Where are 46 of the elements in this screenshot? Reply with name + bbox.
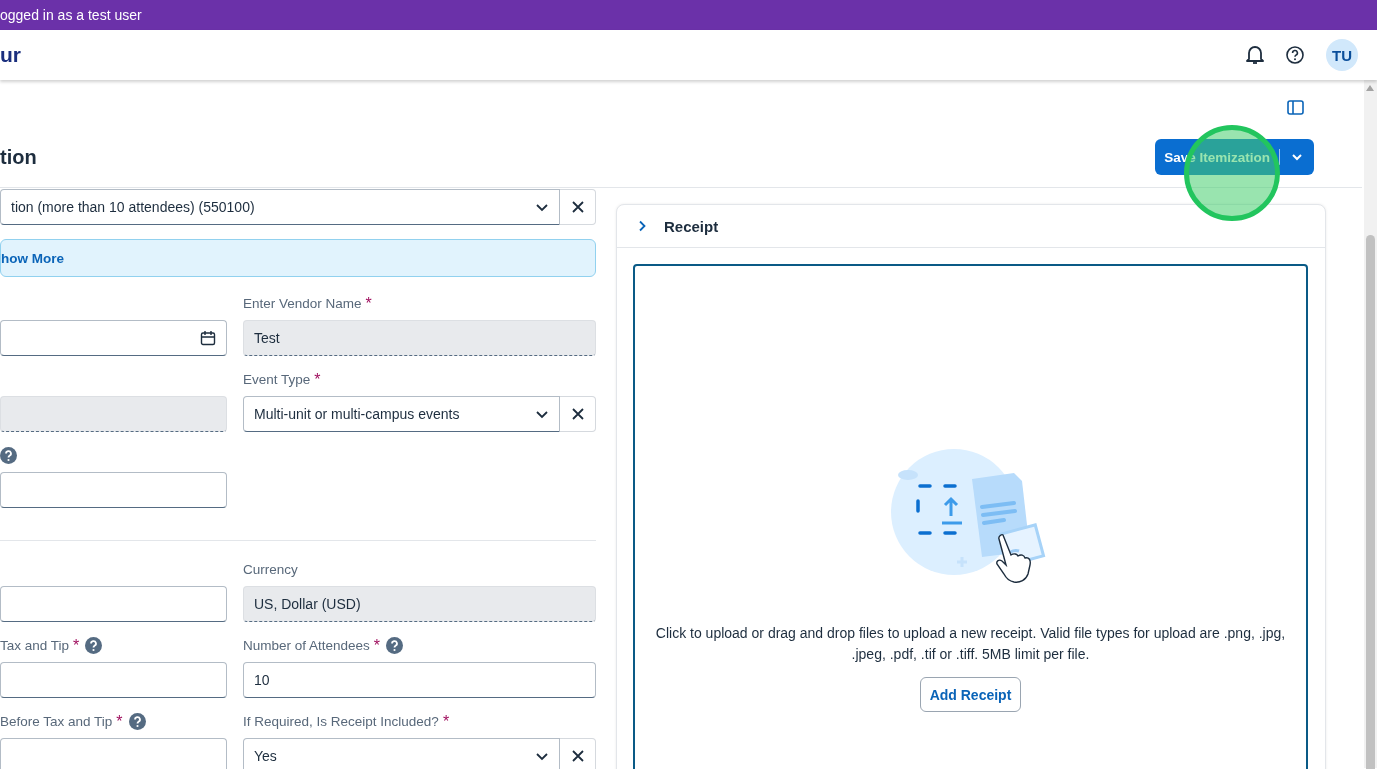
field-label: Enter Vendor Name — [243, 296, 362, 311]
upload-instructions: Click to upload or drag and drop files to upload a new receipt. Valid file types for upload are .png, .jpg, .jpeg, .pdf, .tif or .tiff. 5MB limit per file. — [654, 624, 1287, 664]
required-mark: * — [442, 713, 450, 731]
field-label: Tax and Tip — [0, 638, 70, 653]
close-icon — [570, 749, 585, 763]
input-field[interactable] — [0, 738, 227, 769]
clear-button[interactable] — [560, 738, 596, 769]
dropdown-field[interactable]: Yes — [243, 738, 560, 769]
required-mark: * — [116, 713, 123, 731]
scrollbar[interactable] — [1364, 80, 1377, 768]
banner-text: ogged in as a test user — [0, 6, 142, 25]
field-label: Before Tax and Tip — [0, 714, 113, 729]
close-icon — [570, 200, 585, 214]
app-logo[interactable]: ur — [0, 43, 21, 67]
chevron-right-icon[interactable] — [637, 220, 647, 232]
panel-toggle-icon[interactable] — [1287, 100, 1304, 115]
notification-bell-icon[interactable] — [1246, 45, 1264, 65]
required-mark: * — [365, 295, 372, 313]
user-avatar[interactable]: TU — [1326, 39, 1358, 71]
input-field[interactable]: 10 — [243, 662, 596, 698]
chevron-down-icon[interactable] — [1291, 151, 1303, 163]
date-field[interactable] — [0, 320, 227, 356]
page-title: tion — [0, 145, 38, 169]
add-receipt-button[interactable]: Add Receipt — [919, 677, 1022, 712]
upload-dropzone[interactable]: Click to upload or drag and drop files to upload a new receipt. Valid file types for upload are .png, .jpg, .jpeg, .pdf, .tif or .tiff. 5MB limit per file. Add Receipt — [633, 264, 1308, 769]
close-icon — [570, 407, 585, 421]
readonly-field: US, Dollar (USD) — [243, 586, 596, 622]
required-mark: * — [73, 637, 80, 655]
clear-button[interactable] — [560, 396, 596, 432]
calendar-icon[interactable] — [200, 330, 216, 346]
readonly-field: Test — [243, 320, 596, 356]
input-field[interactable] — [0, 586, 227, 622]
required-mark: * — [373, 637, 381, 655]
field-label: Number of Attendees — [243, 638, 370, 653]
input-field[interactable] — [0, 472, 227, 508]
panel-title: Receipt — [664, 217, 719, 235]
field-label: Event Type — [243, 372, 311, 387]
field-label: Currency — [243, 562, 298, 577]
dropdown-field[interactable]: tion (more than 10 attendees) (550100) — [0, 189, 560, 225]
field-label: If Required, Is Receipt Included? — [243, 714, 439, 729]
help-icon[interactable] — [1286, 46, 1304, 64]
input-field[interactable] — [0, 662, 227, 698]
show-more-link[interactable]: how More — [1, 250, 64, 266]
dropdown-field[interactable]: Multi-unit or multi-campus events — [243, 396, 560, 432]
clear-button[interactable] — [560, 189, 596, 225]
required-mark: * — [314, 371, 321, 389]
